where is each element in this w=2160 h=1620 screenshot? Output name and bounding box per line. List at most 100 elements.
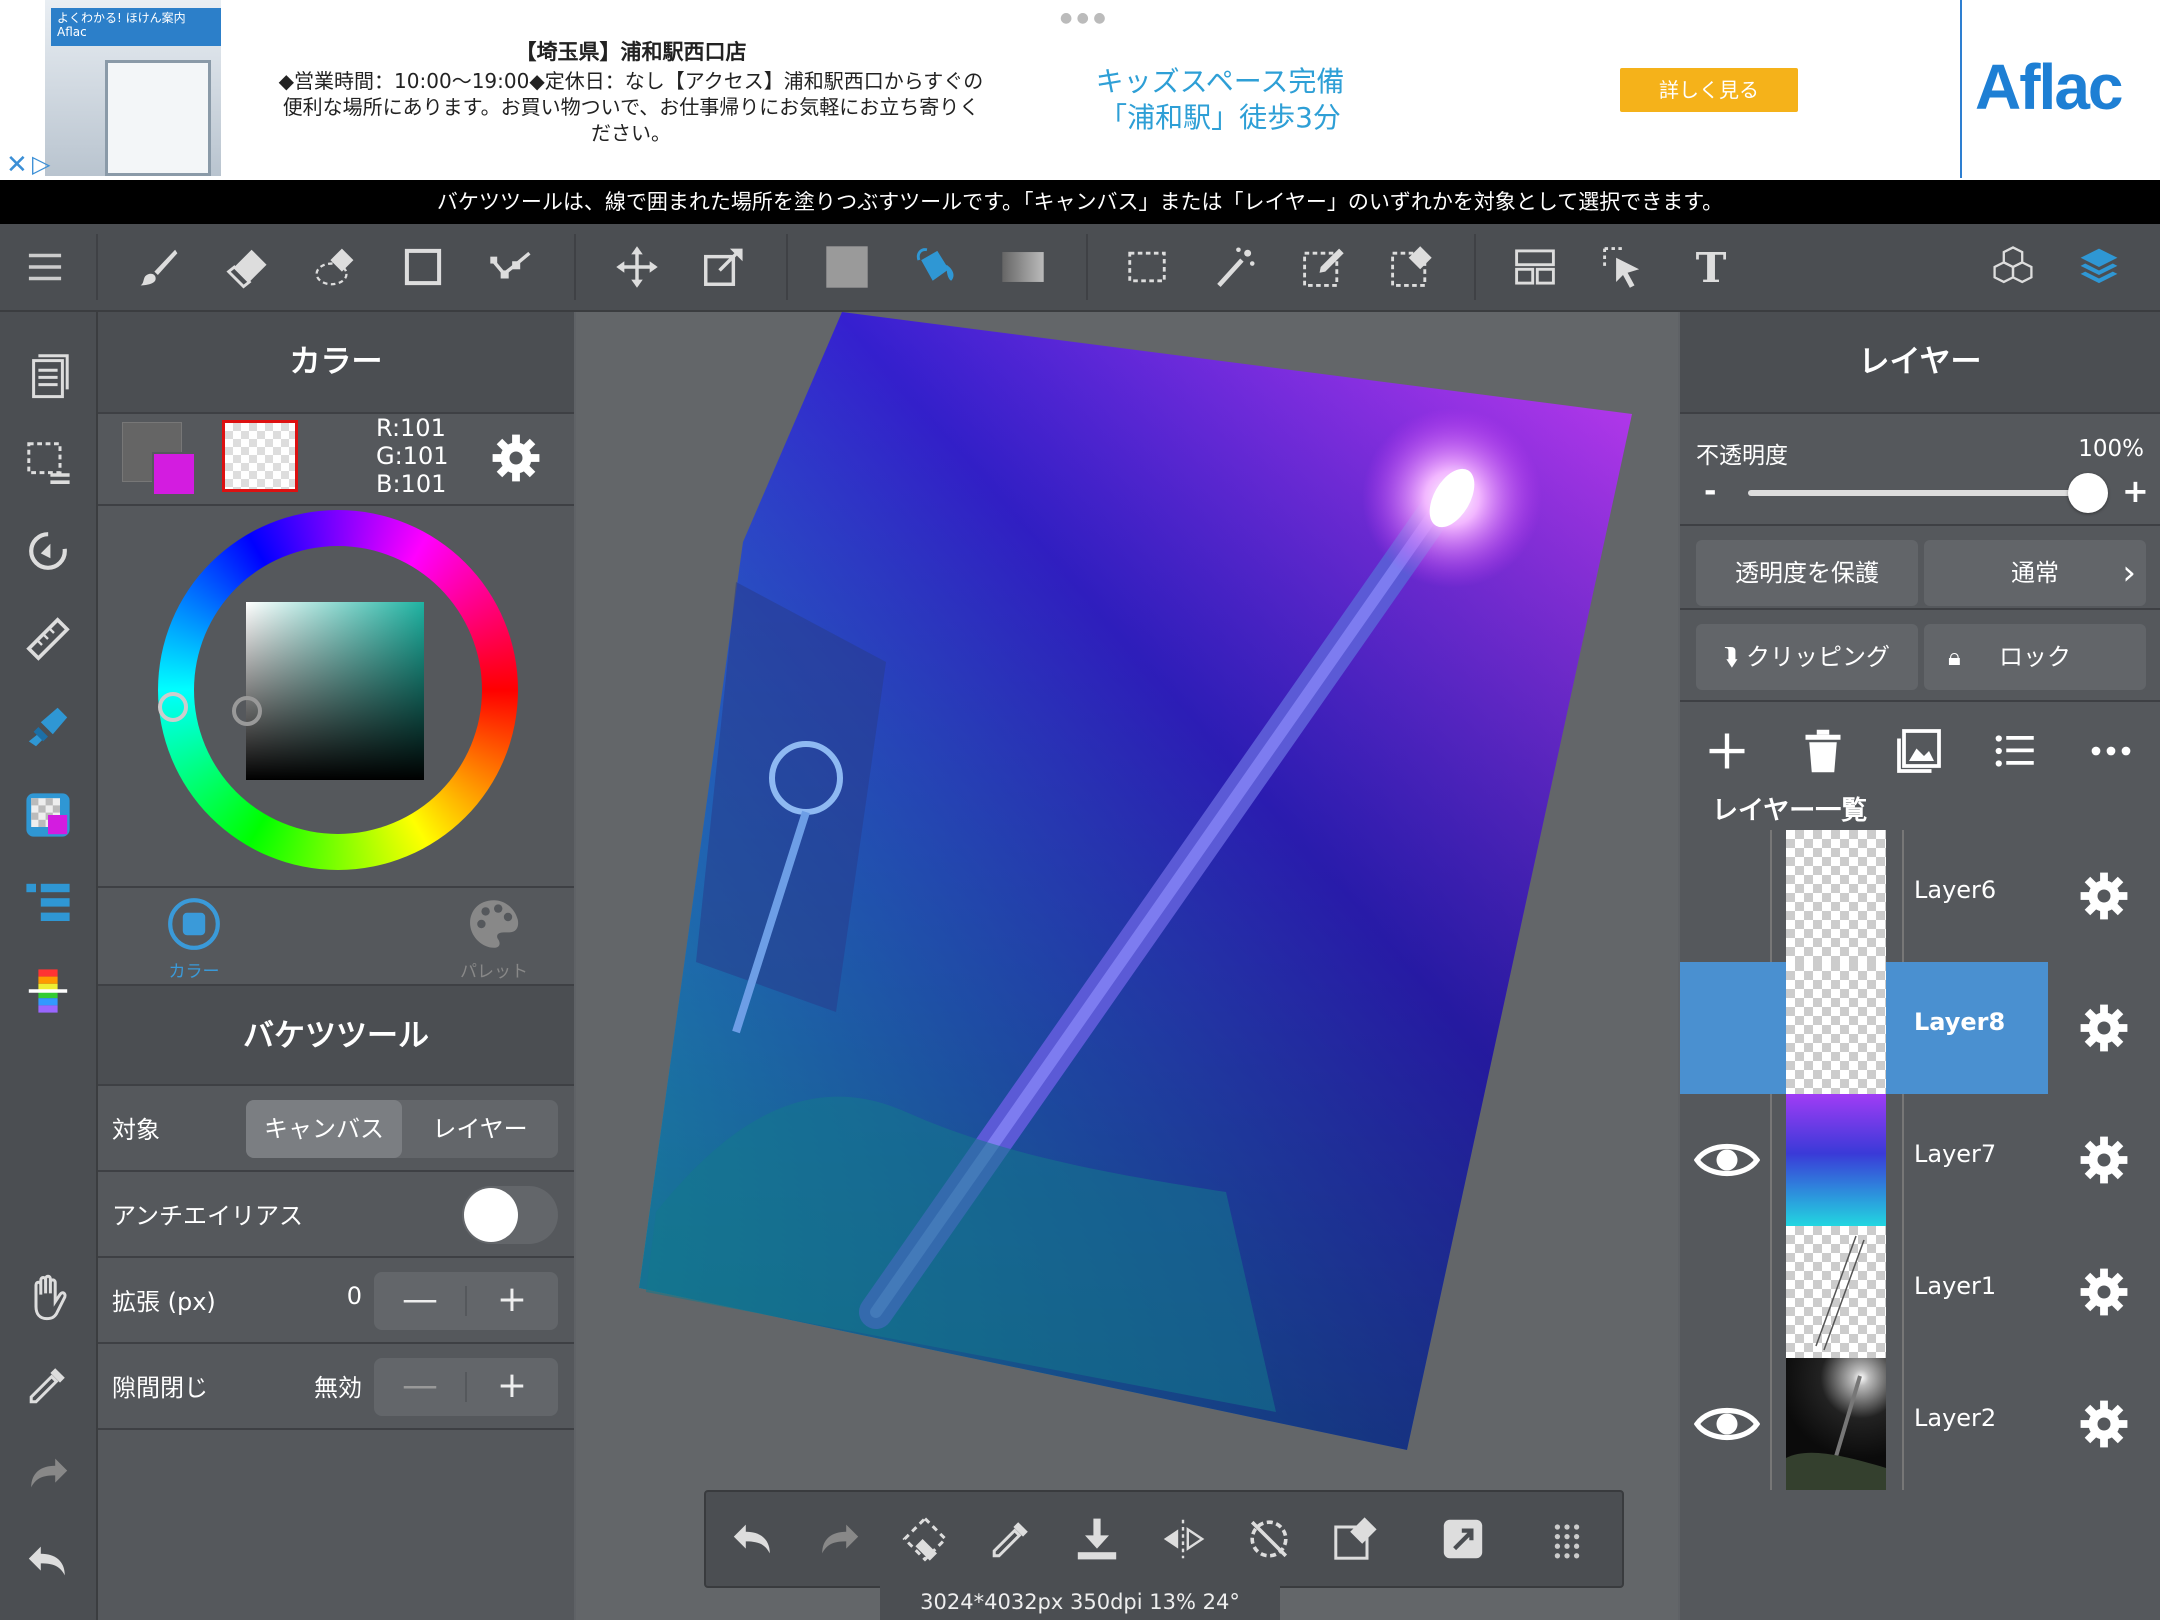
selection-eraser-icon[interactable] — [310, 242, 360, 292]
color-bar-icon[interactable] — [23, 966, 73, 1016]
brush-icon[interactable] — [134, 242, 184, 292]
text-tool-icon[interactable]: T — [1686, 242, 1736, 292]
antialias-toggle-knob — [464, 1188, 518, 1242]
eye-icon[interactable] — [1693, 1130, 1761, 1190]
gap-minus-button[interactable]: — — [374, 1358, 466, 1416]
select-eraser-icon[interactable] — [1386, 242, 1436, 292]
lock-button[interactable]: 🔒︎ ロック — [1924, 624, 2146, 690]
undo-icon[interactable] — [23, 1536, 73, 1586]
gradient-icon[interactable] — [998, 242, 1048, 292]
rotate-snap-icon[interactable] — [23, 526, 73, 576]
magic-wand-icon[interactable] — [1210, 242, 1260, 292]
bottom-save-icon[interactable] — [1070, 1512, 1124, 1566]
select-pen-icon[interactable] — [1298, 242, 1348, 292]
ad-photo[interactable]: よくわかる! ほけん案内 Aflac — [45, 0, 221, 176]
saturation-value-square[interactable] — [246, 602, 424, 780]
antialias-toggle[interactable] — [462, 1186, 558, 1244]
ruler-icon[interactable] — [23, 614, 73, 664]
bottom-reset-rotation-icon[interactable] — [1242, 1512, 1296, 1566]
tab-palette[interactable]: パレット — [434, 896, 554, 982]
target-canvas-option[interactable]: キャンバス — [246, 1100, 402, 1158]
bottom-grip-icon[interactable] — [1540, 1512, 1594, 1566]
blend-mode-button[interactable]: 通常 › — [1924, 540, 2146, 606]
fill-brush-icon[interactable] — [23, 702, 73, 752]
sv-handle[interactable] — [232, 696, 262, 726]
clipping-button[interactable]: ⮯ クリッピング — [1696, 624, 1918, 690]
expand-plus-button[interactable]: + — [466, 1272, 558, 1330]
layer-row[interactable]: Layer1 — [1680, 1226, 2160, 1358]
select-rect-icon[interactable] — [1122, 242, 1172, 292]
material-cubes-icon[interactable] — [1988, 242, 2038, 292]
bottom-flip-icon[interactable] — [1156, 1512, 1210, 1566]
tab-color-label: カラー — [168, 962, 220, 982]
target-layer-option[interactable]: レイヤー — [402, 1100, 558, 1158]
pages-icon[interactable] — [23, 350, 73, 400]
move-icon[interactable] — [612, 242, 662, 292]
layer-row-selected[interactable]: Layer8 — [1680, 962, 2160, 1094]
delete-layer-icon[interactable] — [1798, 726, 1848, 776]
redo-icon[interactable] — [23, 1448, 73, 1498]
ad-banner[interactable]: よくわかる! ほけん案内 Aflac ✕ ▷ ● ● ● 【埼玉県】浦和駅西口店… — [0, 0, 2160, 180]
layer-settings-gear-icon[interactable] — [2078, 870, 2130, 922]
eyedropper-icon[interactable] — [23, 1360, 73, 1410]
more-options-icon[interactable] — [2086, 726, 2136, 776]
gap-plus-button[interactable]: + — [466, 1358, 558, 1416]
bucket-tool-title: バケツツール — [98, 984, 574, 1086]
eraser-icon[interactable] — [222, 242, 272, 292]
layer-settings-gear-icon[interactable] — [2078, 1002, 2130, 1054]
artwork[interactable] — [576, 312, 1678, 1620]
ad-body[interactable]: ◆営業時間：10:00〜19:00◆定休日：なし【アクセス】浦和駅西口からすぐの… — [276, 68, 986, 146]
color-settings-gear-icon[interactable] — [490, 432, 542, 488]
layers-icon[interactable] — [2074, 242, 2124, 292]
layer-settings-gear-icon[interactable] — [2078, 1398, 2130, 1450]
bottom-clear-selection-icon[interactable] — [1328, 1512, 1382, 1566]
opacity-slider-knob[interactable] — [2068, 473, 2108, 513]
operation-cursor-icon[interactable] — [1598, 242, 1648, 292]
opacity-slider[interactable] — [1748, 473, 2108, 513]
color-swatch-icon[interactable] — [23, 790, 73, 840]
bottom-redo-icon[interactable] — [812, 1512, 866, 1566]
tab-color[interactable]: カラー — [134, 896, 254, 982]
transform-icon[interactable] — [698, 242, 748, 292]
layer-row[interactable]: Layer6 — [1680, 830, 2160, 962]
eye-icon[interactable] — [1693, 1394, 1761, 1454]
protect-alpha-button[interactable]: 透明度を保護 — [1696, 540, 1918, 606]
ad-close-icon[interactable]: ✕ — [6, 150, 28, 180]
bottom-fullscreen-icon[interactable] — [1436, 1512, 1490, 1566]
ad-catchline[interactable]: キッズスペース完備 「浦和駅」徒歩3分 — [1060, 64, 1380, 136]
layer-list-menu-icon[interactable] — [1990, 726, 2040, 776]
ad-info-icon[interactable]: ▷ — [32, 150, 50, 178]
color-panel: カラー R:101 G:101 B:101 カラー パレット バケツツール 対象… — [98, 312, 574, 1620]
fill-color-icon[interactable] — [822, 242, 872, 292]
hand-icon[interactable] — [23, 1272, 73, 1322]
ad-more-button[interactable]: 詳しく見る — [1620, 68, 1798, 112]
layer-row[interactable]: Layer2 — [1680, 1358, 2160, 1490]
transparent-color-swatch[interactable] — [222, 420, 298, 492]
bottom-eyedropper-icon[interactable] — [984, 1512, 1038, 1566]
vector-line-icon[interactable] — [486, 242, 536, 292]
hue-handle[interactable] — [158, 692, 188, 722]
ad-title[interactable]: 【埼玉県】浦和駅西口店 — [276, 36, 986, 66]
frame-divide-icon[interactable] — [1510, 242, 1560, 292]
menu-icon[interactable] — [20, 242, 70, 292]
ad-logo[interactable]: Aflac — [1975, 50, 2123, 124]
image-layer-icon[interactable] — [1894, 726, 1944, 776]
layer-settings-gear-icon[interactable] — [2078, 1134, 2130, 1186]
sub-color-swatch[interactable] — [152, 452, 196, 496]
opacity-minus-button[interactable]: - — [1704, 474, 1716, 509]
blend-mode-label: 通常 — [2011, 559, 2059, 587]
selection-menu-icon[interactable] — [23, 438, 73, 488]
layer-row[interactable]: Layer7 — [1680, 1094, 2160, 1226]
shape-rect-icon[interactable] — [398, 242, 448, 292]
layer-settings-gear-icon[interactable] — [2078, 1266, 2130, 1318]
canvas-area[interactable] — [576, 312, 1678, 1620]
opacity-plus-button[interactable]: + — [2122, 472, 2149, 510]
bottom-transform-icon[interactable] — [898, 1512, 952, 1566]
expand-minus-button[interactable]: — — [374, 1272, 466, 1330]
layer-list-icon[interactable] — [23, 878, 73, 928]
layer-name: Layer1 — [1914, 1272, 1997, 1300]
add-layer-icon[interactable] — [1702, 726, 1752, 776]
gap-close-value: 無効 — [314, 1374, 362, 1402]
bottom-undo-icon[interactable] — [726, 1512, 780, 1566]
bucket-icon[interactable] — [910, 242, 960, 292]
